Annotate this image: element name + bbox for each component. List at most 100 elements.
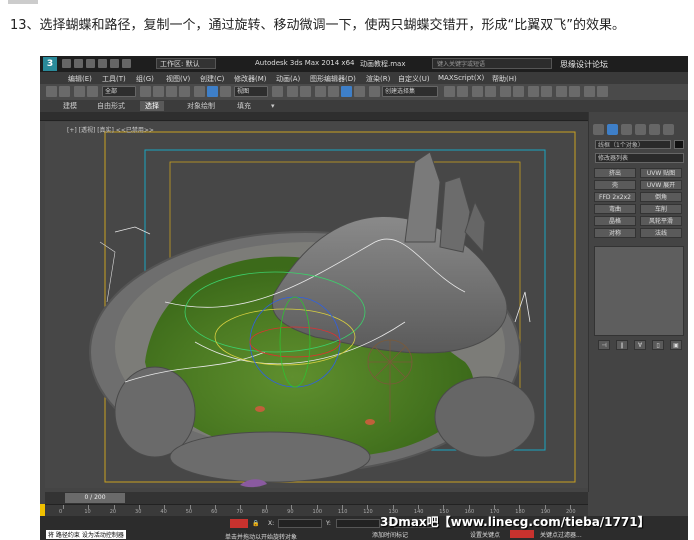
workspace-dropdown[interactable]: 工作区: 默认	[156, 58, 216, 69]
selection-lock-toggle[interactable]	[230, 519, 248, 528]
modifier-ffd-button[interactable]: FFD 2x2x2	[594, 192, 636, 202]
modifier-normal-button[interactable]: 法线	[640, 228, 682, 238]
modifier-unwrap-button[interactable]: UVW 展开	[640, 180, 682, 190]
modifier-shell-button[interactable]: 壳	[594, 180, 636, 190]
edit-named-sets-icon[interactable]	[369, 86, 380, 97]
motion-tab-icon[interactable]	[635, 124, 646, 135]
hierarchy-tab-icon[interactable]	[621, 124, 632, 135]
ribbon-tab-selection[interactable]: 选择	[140, 101, 164, 111]
modifier-stack-list[interactable]	[594, 246, 684, 336]
ribbon-tab-modeling[interactable]: 建模	[58, 101, 82, 111]
viewport-label[interactable]: [+] [透视] [真实] <<已禁用>>	[67, 125, 154, 134]
ribbon-tab-freeform[interactable]: 自由形式	[92, 101, 130, 111]
menu-animation[interactable]: 动画(A)	[276, 74, 300, 84]
teapot-render-icon[interactable]	[584, 86, 595, 97]
modifier-extrude-button[interactable]: 挤出	[594, 168, 636, 178]
modifier-lattice-button[interactable]: 晶格	[594, 216, 636, 226]
ribbon-tab-object-paint[interactable]: 对象绘制	[182, 101, 220, 111]
menu-customize[interactable]: 自定义(U)	[398, 74, 430, 84]
window-crossing-icon[interactable]	[179, 86, 190, 97]
open-file-icon[interactable]	[74, 59, 83, 68]
align-icon[interactable]	[457, 86, 468, 97]
menu-help[interactable]: 帮助(H)	[492, 74, 517, 84]
angle-snap-icon[interactable]	[328, 86, 339, 97]
menu-views[interactable]: 视图(V)	[166, 74, 190, 84]
set-key-button[interactable]: 设置关键点	[470, 530, 500, 539]
render-production-icon[interactable]	[569, 86, 580, 97]
show-end-result-icon[interactable]: ∥	[616, 340, 628, 350]
ribbon-toggle-icon[interactable]	[485, 86, 496, 97]
link-icon[interactable]	[74, 86, 85, 97]
modifier-uvw-map-button[interactable]: UVW 贴图	[640, 168, 682, 178]
named-selection-dropdown[interactable]: 创建选择集	[382, 86, 438, 97]
remove-modifier-icon[interactable]: ▯	[652, 340, 664, 350]
redo-icon[interactable]	[59, 86, 70, 97]
modifier-turbosmooth-button[interactable]: 风轮平滑	[640, 216, 682, 226]
undo-icon[interactable]	[98, 59, 107, 68]
ref-coord-dropdown[interactable]: 视图	[234, 86, 268, 97]
rendered-frame-icon[interactable]	[556, 86, 567, 97]
undo-icon[interactable]	[46, 86, 57, 97]
select-scale-icon[interactable]	[220, 86, 231, 97]
app-logo-icon[interactable]: 3	[43, 57, 57, 71]
render-setup-icon[interactable]	[541, 86, 552, 97]
rect-selection-icon[interactable]	[166, 86, 177, 97]
menu-edit[interactable]: 编辑(E)	[68, 74, 92, 84]
time-slider-thumb[interactable]: 0 / 200	[65, 493, 125, 503]
time-slider[interactable]: 0 / 200	[45, 492, 588, 504]
modifier-bend-button[interactable]: 弯曲	[594, 204, 636, 214]
unlink-icon[interactable]	[87, 86, 98, 97]
modifier-list-dropdown[interactable]: 修改器列表	[595, 153, 684, 163]
object-name-field[interactable]: 线框（1个对象）	[595, 140, 671, 149]
render-iterative-icon[interactable]	[597, 86, 608, 97]
display-tab-icon[interactable]	[649, 124, 660, 135]
layer-manager-icon[interactable]	[472, 86, 483, 97]
modifier-chamfer-button[interactable]: 倒角	[640, 192, 682, 202]
material-editor-icon[interactable]	[528, 86, 539, 97]
coord-y-field[interactable]	[336, 519, 380, 528]
key-filters-button[interactable]: 关键点过滤器...	[540, 530, 582, 539]
select-manipulate-icon[interactable]	[287, 86, 298, 97]
select-move-icon[interactable]	[194, 86, 205, 97]
auto-key-toggle[interactable]	[510, 530, 534, 538]
menu-group[interactable]: 组(G)	[136, 74, 154, 84]
select-rotate-icon[interactable]	[207, 86, 218, 97]
search-input[interactable]: 键入关键字或短语	[432, 58, 552, 69]
selection-filter-dropdown[interactable]: 全部	[102, 86, 136, 97]
save-file-icon[interactable]	[86, 59, 95, 68]
menu-create[interactable]: 创建(C)	[200, 74, 224, 84]
create-tab-icon[interactable]	[593, 124, 604, 135]
modify-tab-icon[interactable]	[607, 124, 618, 135]
select-by-name-icon[interactable]	[153, 86, 164, 97]
menu-rendering[interactable]: 渲染(R)	[366, 74, 390, 84]
configure-sets-icon[interactable]: ▣	[670, 340, 682, 350]
schematic-view-icon[interactable]	[513, 86, 524, 97]
modifier-symmetry-button[interactable]: 对称	[594, 228, 636, 238]
menu-modifiers[interactable]: 修改器(M)	[234, 74, 267, 84]
pin-stack-icon[interactable]: ⊣	[598, 340, 610, 350]
pivot-center-icon[interactable]	[272, 86, 283, 97]
spinner-snap-icon[interactable]	[354, 86, 365, 97]
menu-graph-editors[interactable]: 图形编辑器(D)	[310, 74, 356, 84]
mirror-icon[interactable]	[444, 86, 455, 97]
menu-maxscript[interactable]: MAXScript(X)	[438, 74, 484, 82]
coord-x-field[interactable]	[278, 519, 322, 528]
butterfly-1[interactable]	[255, 406, 265, 412]
redo-icon[interactable]	[110, 59, 119, 68]
object-color-swatch[interactable]	[674, 140, 684, 149]
select-object-icon[interactable]	[140, 86, 151, 97]
coord-lock-icon[interactable]: 🔒	[252, 520, 259, 527]
make-unique-icon[interactable]: ∀	[634, 340, 646, 350]
perspective-viewport[interactable]: [+] [透视] [真实] <<已禁用>>	[45, 122, 588, 488]
curve-editor-icon[interactable]	[500, 86, 511, 97]
modifier-lathe-button[interactable]: 车削	[640, 204, 682, 214]
new-file-icon[interactable]	[62, 59, 71, 68]
percent-snap-icon[interactable]	[341, 86, 352, 97]
menu-tools[interactable]: 工具(T)	[102, 74, 126, 84]
add-time-tag-button[interactable]: 添加时间标记	[372, 530, 408, 539]
snap-toggle-icon[interactable]	[315, 86, 326, 97]
butterfly-2[interactable]	[365, 419, 375, 425]
project-folder-icon[interactable]	[122, 59, 131, 68]
keyboard-shortcut-icon[interactable]	[300, 86, 311, 97]
ribbon-options-icon[interactable]: ▾	[266, 101, 280, 111]
